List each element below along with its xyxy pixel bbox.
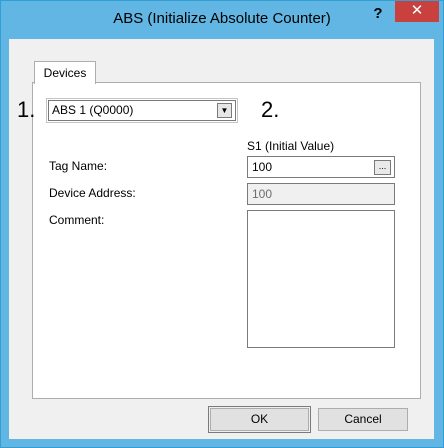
tab-devices[interactable]: Devices [34,61,96,84]
tag-name-field[interactable]: 100 ... [247,156,395,178]
device-select-value: ABS 1 (Q0000) [52,103,134,117]
tag-name-value: 100 [252,160,273,174]
dialog-window: ABS (Initialize Absolute Counter) ? ✕ De… [0,0,444,448]
help-button[interactable]: ? [367,5,389,25]
marker-1: 1. [17,97,36,122]
device-address-label: Device Address: [49,186,136,200]
ok-button[interactable]: OK [210,408,309,431]
close-button[interactable]: ✕ [395,1,439,22]
device-address-field: 100 [247,183,395,205]
cancel-button[interactable]: Cancel [318,408,408,431]
device-address-value: 100 [252,187,273,201]
comment-field[interactable] [247,210,395,348]
title-bar[interactable]: ABS (Initialize Absolute Counter) ? ✕ [1,1,443,39]
chevron-down-icon[interactable]: ▼ [217,103,232,118]
tag-name-label: Tag Name: [49,159,108,173]
dialog-client-area: Devices 1. ABS 1 (Q0000) ▼ 2. S1 (Initia… [9,39,434,439]
comment-label: Comment: [49,213,105,227]
s1-initial-value-header: S1 (Initial Value) [247,139,335,153]
browse-button[interactable]: ... [374,160,391,175]
device-select[interactable]: ABS 1 (Q0000) ▼ [48,100,236,121]
marker-2: 2. [261,97,280,122]
